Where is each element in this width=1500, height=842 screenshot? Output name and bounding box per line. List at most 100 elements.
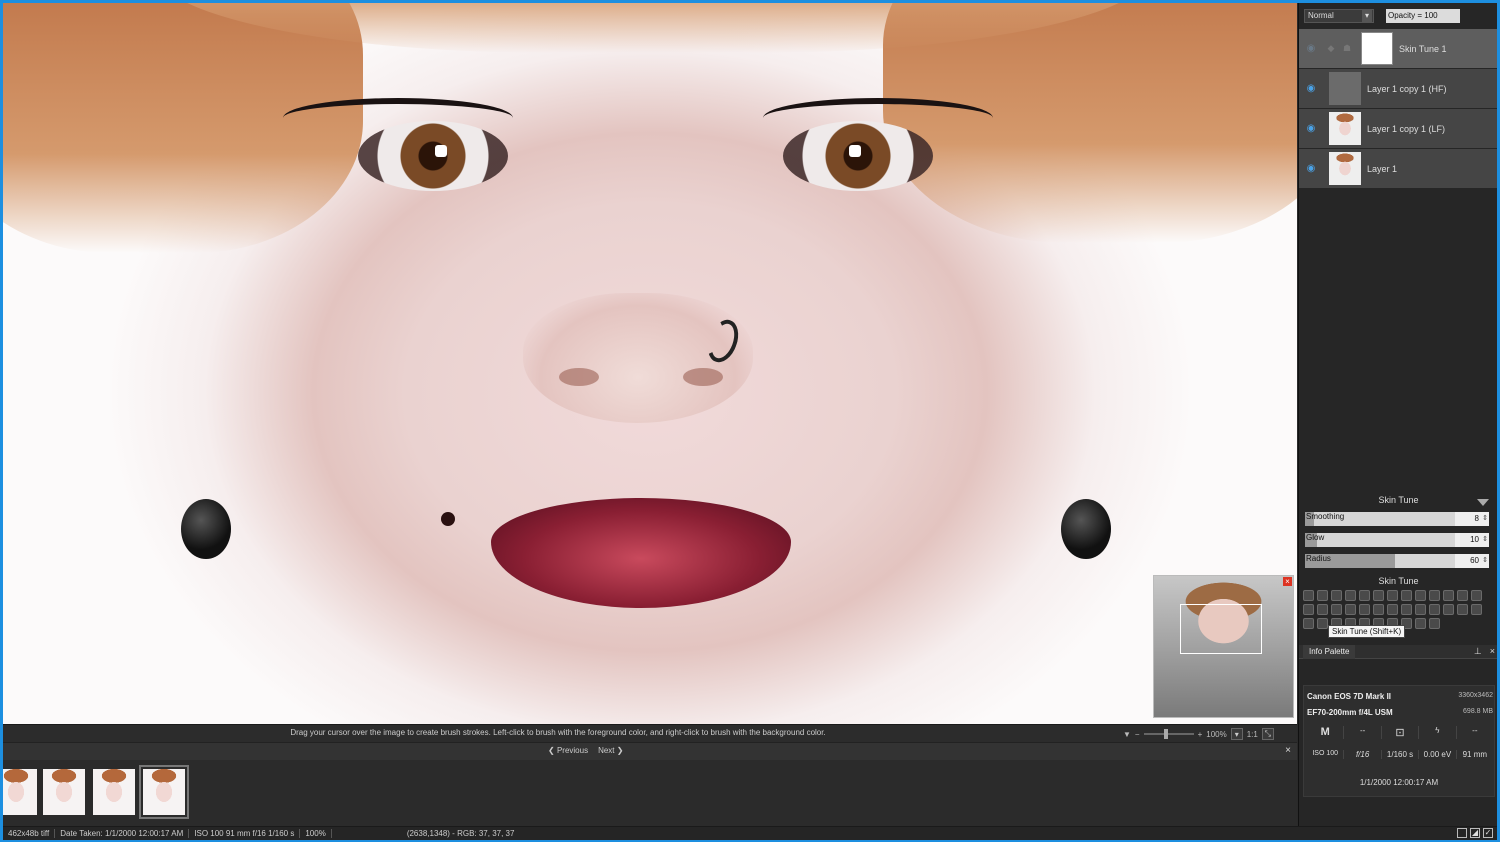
visibility-eye-icon[interactable]: ◉ — [1299, 43, 1323, 54]
visibility-eye-icon[interactable]: ◉ — [1299, 163, 1323, 174]
tool-icon[interactable] — [1401, 604, 1412, 615]
tool-icon[interactable] — [1317, 618, 1328, 629]
tool-icon[interactable] — [1415, 604, 1426, 615]
eye-highlight-left — [435, 145, 447, 157]
tool-icon[interactable] — [1359, 590, 1370, 601]
tool-icon[interactable] — [1429, 604, 1440, 615]
filmstrip-thumbnail[interactable] — [0, 769, 37, 815]
tool-icon[interactable] — [1303, 590, 1314, 601]
tool-icon[interactable] — [1303, 618, 1314, 629]
navigator-viewport[interactable] — [1180, 604, 1262, 654]
close-icon[interactable]: × — [1490, 646, 1495, 657]
shutter-value: 1/160 s — [1382, 750, 1420, 759]
zoom-dropdown-icon[interactable]: ▾ — [1230, 728, 1243, 740]
nostril-left — [559, 368, 599, 386]
filmstrip-thumbnail[interactable] — [93, 769, 135, 815]
view-split-icon[interactable]: ◢ — [1470, 828, 1480, 838]
eye-left — [358, 121, 508, 191]
previous-button[interactable]: ❮ Previous — [548, 746, 588, 755]
next-button[interactable]: Next ❯ — [598, 746, 623, 755]
glow-value[interactable]: 10 — [1455, 533, 1489, 547]
lens-model: EF70-200mm f/4L USM — [1307, 708, 1393, 717]
status-file: 462x48b tiff — [3, 829, 56, 838]
tool-icon[interactable] — [1443, 604, 1454, 615]
tool-icon[interactable] — [1303, 604, 1314, 615]
image-canvas[interactable] — [3, 3, 1297, 724]
status-zoom: 100% — [300, 829, 332, 838]
navigator-close-icon[interactable]: × — [1283, 577, 1292, 586]
smoothing-slider[interactable]: Smoothing 8 — [1305, 512, 1489, 526]
earring-left — [181, 499, 231, 559]
opacity-field[interactable]: Opacity = 100 — [1386, 9, 1460, 23]
zoom-in-icon[interactable]: + — [1198, 730, 1203, 739]
zoom-out-icon[interactable]: − — [1135, 730, 1140, 739]
radius-slider[interactable]: Radius 60 — [1305, 554, 1489, 568]
hint-text: Drag your cursor over the image to creat… — [290, 728, 826, 737]
visibility-eye-icon[interactable]: ◉ — [1299, 123, 1323, 134]
zoom-controls: ▼ − + 100% ▾ 1:1 ⤡ — [1123, 727, 1274, 741]
layer-base[interactable]: ◉ Layer 1 — [1299, 149, 1497, 188]
tool-icon[interactable] — [1429, 590, 1440, 601]
navigator-panel[interactable]: × — [1153, 575, 1294, 718]
tool-icon[interactable] — [1331, 604, 1342, 615]
mask-person-icon: ☗ — [1342, 43, 1352, 53]
tool-icon[interactable] — [1415, 618, 1426, 629]
tool-icon[interactable] — [1345, 604, 1356, 615]
zoom-slider[interactable] — [1143, 729, 1194, 739]
layer-hf[interactable]: ◉ Layer 1 copy 1 (HF) — [1299, 69, 1497, 108]
tool-icon[interactable] — [1471, 590, 1482, 601]
tool-icon[interactable] — [1457, 604, 1468, 615]
apply-check-icon[interactable]: ✓ — [1483, 828, 1493, 838]
tool-icon[interactable] — [1401, 590, 1412, 601]
mole — [441, 512, 455, 526]
filmstrip-thumbnail[interactable] — [43, 769, 85, 815]
filmstrip-close-icon[interactable]: × — [1285, 745, 1291, 756]
filmstrip — [0, 760, 1297, 826]
fit-screen-icon[interactable]: ⤡ — [1261, 728, 1274, 740]
hint-bar: Drag your cursor over the image to creat… — [3, 724, 1297, 742]
tool-icon[interactable] — [1345, 590, 1356, 601]
ev-value: 0.00 eV — [1419, 750, 1457, 759]
layer-controls: Normal Opacity = 100 — [1299, 3, 1497, 29]
iso-value: ISO 100 — [1307, 750, 1345, 759]
tool-icon[interactable] — [1457, 590, 1468, 601]
tool-icon[interactable] — [1443, 590, 1454, 601]
tool-icon[interactable] — [1317, 590, 1328, 601]
blend-mode-select[interactable]: Normal — [1304, 9, 1374, 23]
tool-icon[interactable] — [1387, 604, 1398, 615]
view-single-icon[interactable] — [1457, 828, 1467, 838]
info-palette-header: Info Palette ⊥ × — [1299, 645, 1498, 659]
skin-tune-title: Skin Tune — [1378, 495, 1419, 505]
collapse-arrow-icon[interactable] — [1477, 499, 1489, 506]
tool-icon[interactable] — [1415, 590, 1426, 601]
radius-value[interactable]: 60 — [1455, 554, 1489, 568]
tool-icon[interactable] — [1331, 590, 1342, 601]
info-palette-tab[interactable]: Info Palette — [1303, 645, 1356, 659]
zoom-level: 100% — [1206, 729, 1227, 739]
tool-icon[interactable] — [1373, 604, 1384, 615]
glow-slider[interactable]: Glow 10 — [1305, 533, 1489, 547]
earring-right — [1061, 499, 1111, 559]
zoom-one-to-one[interactable]: 1:1 — [1247, 730, 1258, 739]
tool-icon[interactable] — [1317, 604, 1328, 615]
layer-lf[interactable]: ◉ Layer 1 copy 1 (LF) — [1299, 109, 1497, 148]
eye-highlight-right — [849, 145, 861, 157]
filter-dropdown-icon[interactable]: ▼ — [1123, 730, 1131, 739]
slider-label: Smoothing — [1306, 512, 1345, 521]
filmstrip-thumbnail-selected[interactable] — [139, 765, 189, 819]
smoothing-value[interactable]: 8 — [1455, 512, 1489, 526]
tool-icon[interactable] — [1373, 590, 1384, 601]
flash-icon: ϟ — [1419, 726, 1457, 739]
visibility-eye-icon[interactable]: ◉ — [1299, 83, 1323, 94]
status-date: Date Taken: 1/1/2000 12:00:17 AM — [55, 829, 190, 838]
tool-icon[interactable] — [1359, 604, 1370, 615]
status-coords: (2638,1348) - RGB: 37, 37, 37 — [406, 829, 515, 838]
lips — [491, 498, 791, 608]
exposure-mode: M — [1307, 726, 1345, 739]
tool-icon[interactable] — [1387, 590, 1398, 601]
pin-icon[interactable]: ⊥ — [1474, 646, 1482, 657]
tool-icon[interactable] — [1471, 604, 1482, 615]
tool-icon[interactable] — [1429, 618, 1440, 629]
link-icon[interactable]: ◆ — [1323, 43, 1339, 54]
layer-skin-tune[interactable]: ◉ ◆ ☗ Skin Tune 1 — [1299, 29, 1497, 68]
